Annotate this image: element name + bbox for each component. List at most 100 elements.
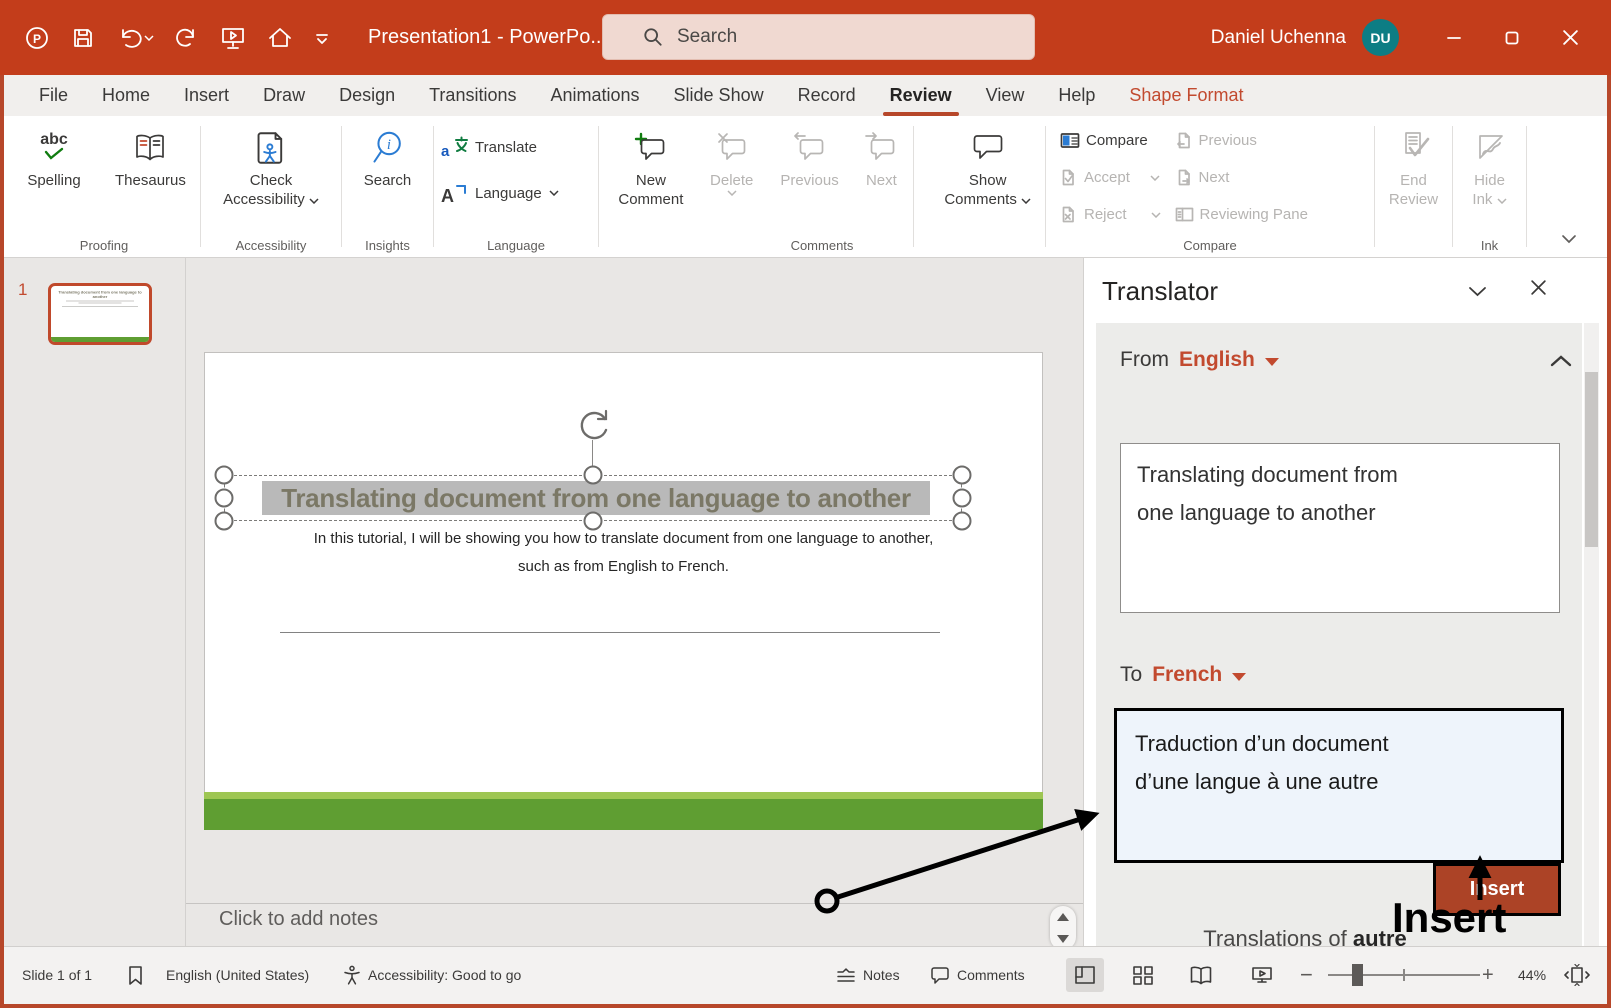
reject-button: Reject — [1060, 196, 1161, 233]
avatar[interactable]: DU — [1362, 19, 1399, 56]
slide-scroll-buttons[interactable] — [1050, 906, 1076, 950]
tab-shape-format[interactable]: Shape Format — [1112, 75, 1260, 116]
tab-draw[interactable]: Draw — [246, 75, 322, 116]
slide-canvas[interactable] — [204, 352, 1043, 830]
pane-close-icon[interactable] — [1530, 276, 1547, 302]
tab-design[interactable]: Design — [322, 75, 412, 116]
zoom-in-icon[interactable]: + — [1482, 947, 1494, 1003]
pane-scroll-up-icon[interactable] — [1550, 354, 1572, 372]
powerpoint-window: P Presentation1 - PowerPo... — [0, 0, 1611, 1008]
slide-green-bar — [204, 799, 1043, 830]
group-language: a Translate A Language Language — [434, 116, 598, 257]
translate-button[interactable]: a Translate — [434, 130, 598, 164]
zoom-level[interactable]: 44% — [1518, 947, 1546, 1003]
to-label: To — [1120, 663, 1142, 687]
pane-chevron-down-icon[interactable] — [1468, 284, 1487, 302]
slideshow-view-button[interactable] — [1243, 958, 1281, 992]
selection-handle-middle-right[interactable] — [953, 489, 972, 508]
insert-callout-label: Insert — [1392, 894, 1506, 942]
home-icon[interactable] — [267, 25, 293, 51]
maximize-button[interactable] — [1483, 0, 1541, 75]
minimize-button[interactable] — [1425, 0, 1483, 75]
zoom-slider-thumb[interactable] — [1352, 964, 1363, 986]
tab-home[interactable]: Home — [85, 75, 167, 116]
proofing-status-icon[interactable] — [126, 947, 145, 1003]
comments-toggle[interactable]: Comments — [930, 947, 1025, 1003]
smart-search-button[interactable]: i Search — [342, 116, 433, 190]
chevron-down-icon — [309, 198, 319, 204]
tab-insert[interactable]: Insert — [167, 75, 246, 116]
selection-handle-bottom-left[interactable] — [215, 512, 234, 531]
end-review-button: End Review — [1375, 116, 1452, 209]
tab-help[interactable]: Help — [1041, 75, 1112, 116]
undo-button[interactable] — [116, 26, 154, 50]
pane-scrollbar-thumb[interactable] — [1585, 372, 1598, 547]
close-button[interactable] — [1541, 0, 1599, 75]
zoom-out-icon[interactable]: − — [1300, 947, 1313, 1003]
reading-view-button[interactable] — [1182, 958, 1220, 992]
fit-slide-to-window-icon[interactable] — [1564, 947, 1590, 1003]
thesaurus-button[interactable]: Thesaurus — [104, 116, 196, 190]
selection-handle-top-center[interactable] — [584, 466, 603, 485]
new-comment-button[interactable]: New Comment — [607, 116, 695, 209]
previous-slide-icon[interactable] — [1057, 913, 1069, 921]
selection-handle-middle-left[interactable] — [215, 489, 234, 508]
selection-handle-top-right[interactable] — [953, 466, 972, 485]
language-button[interactable]: A Language — [434, 176, 598, 210]
save-icon[interactable] — [71, 26, 95, 50]
slide-title[interactable]: Translating document from one language t… — [262, 481, 930, 515]
check-accessibility-icon — [255, 125, 287, 171]
hide-ink-icon — [1472, 125, 1508, 171]
from-language-dropdown-icon[interactable] — [1265, 358, 1279, 366]
comments-status-icon — [930, 966, 950, 984]
translated-text-box[interactable]: Traduction d’un document d’une langue à … — [1114, 708, 1564, 863]
slide-sorter-view-button[interactable] — [1124, 958, 1162, 992]
start-slideshow-icon[interactable] — [220, 25, 246, 51]
accept-button: Accept — [1060, 159, 1161, 196]
qat-customize-icon[interactable] — [314, 31, 330, 45]
selection-handle-bottom-center[interactable] — [584, 512, 603, 531]
source-text-box[interactable]: Translating document from one language t… — [1120, 443, 1560, 613]
ribbon-collapse-icon[interactable] — [1561, 231, 1577, 249]
show-comments-button[interactable]: Show Comments — [930, 116, 1045, 209]
slide-indicator[interactable]: Slide 1 of 1 — [22, 947, 92, 1003]
spelling-button[interactable]: abc Spelling — [8, 116, 100, 190]
selection-handle-top-left[interactable] — [215, 466, 234, 485]
to-language-dropdown-icon[interactable] — [1232, 673, 1246, 681]
tab-file[interactable]: File — [22, 75, 85, 116]
selection-handle-bottom-right[interactable] — [953, 512, 972, 531]
accessibility-status[interactable]: Accessibility: Good to go — [368, 947, 521, 1003]
check-accessibility-button[interactable]: Check Accessibility — [201, 116, 341, 209]
from-language-selector[interactable]: English — [1179, 348, 1255, 372]
chevron-down-icon — [1151, 212, 1161, 218]
to-language-selector[interactable]: French — [1152, 663, 1222, 687]
search-box[interactable]: Search — [602, 14, 1035, 60]
group-end-review: End Review — [1375, 116, 1452, 257]
tab-transitions[interactable]: Transitions — [412, 75, 533, 116]
slide-body-line1[interactable]: In this tutorial, I will be showing you … — [204, 530, 1043, 547]
from-label: From — [1120, 348, 1169, 372]
spelling-icon: abc — [40, 125, 68, 171]
tab-record[interactable]: Record — [781, 75, 873, 116]
normal-view-button[interactable] — [1066, 958, 1104, 992]
tab-slide-show[interactable]: Slide Show — [657, 75, 781, 116]
accessibility-status-icon — [342, 947, 362, 1003]
notes-toggle[interactable]: Notes — [836, 947, 900, 1003]
thesaurus-icon — [133, 125, 167, 171]
user-name[interactable]: Daniel Uchenna — [1211, 27, 1346, 49]
tab-view[interactable]: View — [969, 75, 1042, 116]
next-slide-icon[interactable] — [1057, 935, 1069, 943]
language-status[interactable]: English (United States) — [166, 947, 309, 1003]
previous-comment-button: Previous — [769, 116, 851, 209]
tab-review[interactable]: Review — [873, 75, 969, 116]
slide-body-line2[interactable]: such as from English to French. — [204, 558, 1043, 575]
annotation-circle — [817, 891, 837, 911]
notes-placeholder[interactable]: Click to add notes — [219, 908, 378, 931]
slide-thumbnail[interactable]: Translating document from one language t… — [48, 283, 152, 345]
notes-pane-divider[interactable] — [186, 903, 1083, 904]
translator-content: From English Translating document from o… — [1096, 323, 1582, 948]
account-area: Daniel Uchenna DU — [1211, 0, 1611, 75]
tab-animations[interactable]: Animations — [533, 75, 656, 116]
redo-icon[interactable] — [175, 26, 199, 50]
compare-button[interactable]: Compare — [1060, 122, 1161, 159]
